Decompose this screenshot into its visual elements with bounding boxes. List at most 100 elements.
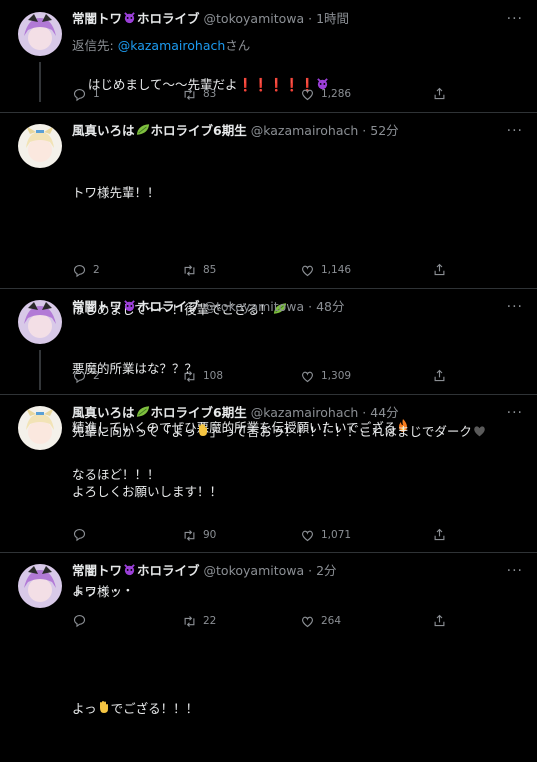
display-name[interactable]: 常闇トワ: [72, 11, 122, 26]
more-options-icon[interactable]: ···: [507, 124, 523, 138]
like-count: 264: [321, 615, 342, 627]
retweet-count: 22: [203, 615, 217, 627]
divider: [0, 552, 537, 553]
tweet-text: はじめまして〜〜先輩だよ❗❗❗❗❗: [72, 53, 517, 117]
display-name[interactable]: 風真いろは: [72, 405, 135, 420]
like-button[interactable]: 1,309: [300, 368, 351, 384]
like-button[interactable]: 1,146: [300, 262, 351, 278]
retweet-button[interactable]: 90: [182, 527, 216, 543]
heart-icon: [302, 616, 313, 627]
reply-button[interactable]: [72, 613, 93, 628]
tweet[interactable]: 常闇トワ ホロライブ @tokoyamitowa · 2分 ··· よっ・・・ 2…: [0, 562, 537, 640]
heart-icon: [302, 371, 313, 382]
user-handle[interactable]: @tokoyamitowa: [204, 299, 305, 314]
tweet-text-line: 悪魔的所業はな？？？: [72, 361, 198, 376]
more-options-icon[interactable]: ···: [507, 406, 523, 420]
avatar[interactable]: [18, 564, 62, 608]
share-button[interactable]: [432, 86, 447, 101]
reply-to-handle[interactable]: @kazamairohach: [118, 38, 226, 53]
leaf-icon: [136, 123, 150, 141]
tweet-text: よっ・・・: [72, 583, 135, 598]
separator-dot: ·: [362, 123, 367, 138]
heart-icon: [302, 530, 313, 541]
user-handle[interactable]: @kazamairohach: [251, 123, 359, 138]
tweet-text-line-content: でござる！！！: [110, 701, 199, 716]
retweet-button[interactable]: 83: [182, 86, 216, 102]
share-button[interactable]: [432, 527, 447, 542]
display-name-suffix: ホロライブ6期生: [150, 123, 247, 138]
reply-to-label: 返信先:: [72, 38, 118, 53]
separator-dot: ·: [308, 11, 313, 26]
tweet[interactable]: 風真いろは ホロライブ6期生 @kazamairohach · 52分 ··· ト…: [0, 122, 537, 499]
like-button[interactable]: 264: [300, 613, 341, 629]
reply-to-suffix: さん: [225, 38, 251, 53]
retweet-button[interactable]: 108: [182, 368, 223, 384]
tweet-header: 風真いろは ホロライブ6期生 @kazamairohach · 52分: [72, 122, 507, 140]
tweet-header: 常闇トワ ホロライブ @tokoyamitowa · 2分: [72, 562, 507, 580]
leaf-icon: [136, 405, 150, 423]
retweet-count: 108: [203, 370, 224, 382]
devil-icon: [123, 299, 136, 317]
display-name[interactable]: 常闇トワ: [72, 563, 122, 578]
timestamp[interactable]: 1時間: [316, 11, 349, 26]
retweet-icon: [184, 370, 195, 382]
user-handle[interactable]: @kazamairohach: [251, 405, 359, 420]
heart-icon: [302, 89, 313, 100]
tweet[interactable]: 常闇トワ ホロライブ @tokoyamitowa · 1時間 ··· 返信先: @…: [0, 10, 537, 110]
reply-count: 2: [93, 264, 100, 276]
reply-button[interactable]: [72, 527, 93, 542]
retweet-button[interactable]: 22: [182, 613, 216, 629]
devil-icon: [123, 563, 136, 581]
tweet-header: 常闇トワ ホロライブ @tokoyamitowa · 48分: [72, 298, 507, 316]
share-button[interactable]: [432, 262, 447, 277]
reply-count: 2: [93, 370, 100, 382]
more-options-icon[interactable]: ···: [507, 12, 523, 26]
share-icon: [434, 369, 445, 382]
more-options-icon[interactable]: ···: [507, 564, 523, 578]
divider: [0, 394, 537, 395]
tweet-header: 常闇トワ ホロライブ @tokoyamitowa · 1時間: [72, 10, 507, 28]
retweet-icon: [184, 264, 195, 276]
retweet-count: 83: [203, 88, 217, 100]
hand-wave-icon: [98, 699, 110, 720]
share-button[interactable]: [432, 368, 447, 383]
timestamp[interactable]: 2分: [316, 563, 336, 578]
timestamp[interactable]: 44分: [370, 405, 398, 420]
avatar[interactable]: [18, 12, 62, 56]
like-count: 1,071: [321, 529, 352, 541]
user-handle[interactable]: @tokoyamitowa: [204, 563, 305, 578]
avatar[interactable]: [18, 124, 62, 168]
share-button[interactable]: [432, 613, 447, 628]
display-name[interactable]: 風真いろは: [72, 123, 135, 138]
avatar[interactable]: [18, 300, 62, 344]
display-name-suffix: ホロライブ: [137, 563, 200, 578]
retweet-button[interactable]: 85: [182, 262, 216, 278]
separator-dot: ·: [308, 563, 313, 578]
like-count: 1,146: [321, 264, 352, 276]
display-name-suffix: ホロライブ: [137, 11, 200, 26]
reply-button[interactable]: 2: [72, 262, 100, 278]
like-button[interactable]: 1,071: [300, 527, 351, 543]
reply-button[interactable]: 2: [72, 368, 100, 384]
display-name[interactable]: 常闇トワ: [72, 299, 122, 314]
tweet[interactable]: 常闇トワ ホロライブ @tokoyamitowa · 48分 ··· 悪魔的所業は…: [0, 298, 537, 439]
retweet-icon: [184, 529, 195, 541]
like-button[interactable]: 1,286: [300, 86, 351, 102]
share-icon: [434, 528, 445, 541]
like-count: 1,286: [321, 88, 352, 100]
reply-button[interactable]: 1: [72, 86, 100, 102]
timestamp[interactable]: 48分: [316, 299, 344, 314]
tweet-text-line: トワ様先輩！！: [72, 185, 160, 200]
tweet[interactable]: 風真いろは ホロライブ6期生 @kazamairohach · 44分 ··· な…: [0, 404, 537, 716]
timestamp[interactable]: 52分: [370, 123, 398, 138]
user-handle[interactable]: @tokoyamitowa: [204, 11, 305, 26]
more-options-icon[interactable]: ···: [507, 300, 523, 314]
divider: [0, 288, 537, 289]
retweet-icon: [184, 615, 195, 627]
share-icon: [434, 614, 445, 627]
display-name-suffix: ホロライブ: [137, 299, 200, 314]
avatar[interactable]: [18, 406, 62, 450]
share-icon: [434, 87, 445, 100]
devil-icon: [123, 11, 136, 29]
tweet-text-line-content: よっ: [72, 701, 97, 716]
